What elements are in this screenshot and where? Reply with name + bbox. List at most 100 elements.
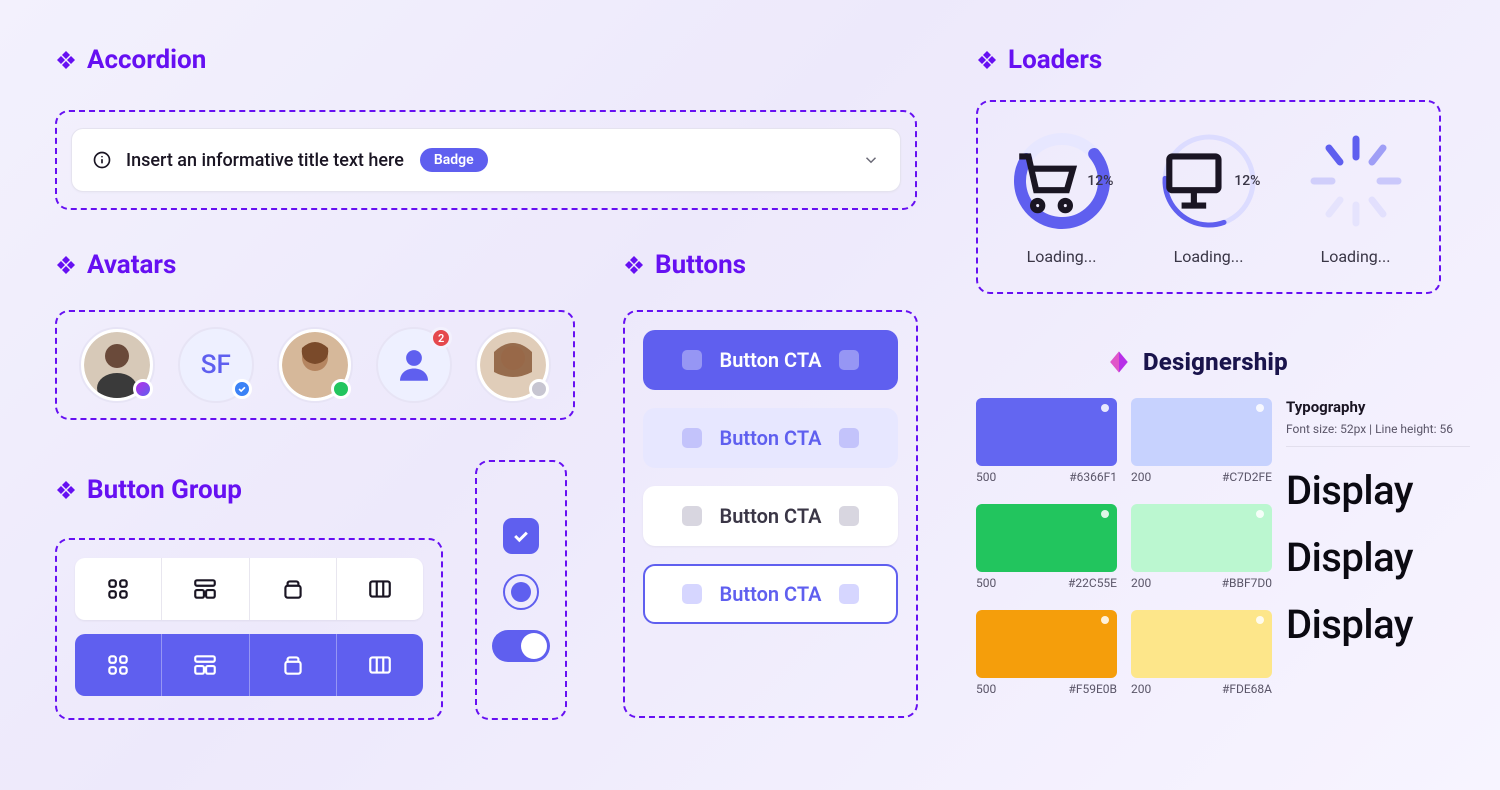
segment-group-light (75, 558, 423, 620)
buttons-container: Button CTA Button CTA Button CTA Button … (623, 310, 918, 718)
loader-center: 12% (1157, 129, 1261, 233)
diamond-icon (623, 254, 645, 276)
segment-group-filled (75, 634, 423, 696)
button-outline[interactable]: Button CTA (643, 564, 898, 624)
avatar-initials-text: SF (201, 350, 231, 380)
placeholder-icon (839, 350, 859, 370)
placeholder-icon (682, 584, 702, 604)
status-online-icon (331, 379, 351, 399)
typography-title: Typography (1286, 398, 1470, 416)
avatars-container: SF 2 (55, 310, 575, 420)
placeholder-icon (839, 506, 859, 526)
notification-badge: 2 (430, 327, 452, 349)
swatch-hex: #BBF7D0 (1222, 576, 1272, 590)
section-heading-avatars: Avatars (55, 250, 176, 280)
swatch-amber-200: 200 #FDE68A (1131, 610, 1272, 696)
loader-center: 12% (1010, 129, 1114, 233)
typography-sample: Display (1286, 534, 1470, 581)
swatch-hex: #C7D2FE (1222, 470, 1272, 484)
placeholder-icon (839, 584, 859, 604)
button-label: Button CTA (720, 348, 822, 372)
verified-badge-icon (232, 379, 252, 399)
checkbox-checked[interactable] (503, 518, 539, 554)
placeholder-icon (682, 350, 702, 370)
segment-item[interactable] (250, 558, 337, 620)
button-filled[interactable]: Button CTA (643, 330, 898, 390)
radio-inner-dot (511, 582, 531, 602)
diamond-icon (55, 254, 77, 276)
button-white[interactable]: Button CTA (643, 486, 898, 546)
swatch-green-500: 500#22C55E (976, 504, 1117, 590)
typography-sample: Display (1286, 467, 1470, 514)
layout-icon (192, 652, 218, 678)
radio-selected[interactable] (503, 574, 539, 610)
button-label: Button CTA (720, 426, 822, 450)
swatch-shade: 500 (976, 470, 996, 484)
grid-icon (105, 576, 131, 602)
typography-meta: Font size: 52px | Line height: 56 (1286, 422, 1470, 447)
stack-icon (280, 576, 306, 602)
presentation-icon (1157, 129, 1231, 233)
layout-icon (192, 576, 218, 602)
spinner-icon (1304, 129, 1408, 233)
section-heading-label: Buttons (655, 250, 746, 280)
swatch-green-200: 200 #BBF7D0 (1131, 504, 1272, 590)
swatch-hex: #6366F1 (1069, 470, 1117, 484)
user-icon (393, 344, 435, 386)
segment-item[interactable] (162, 558, 249, 620)
button-label: Button CTA (720, 504, 822, 528)
loader-label: Loading... (1321, 247, 1391, 266)
accordion-item[interactable]: Insert an informative title text here Ba… (71, 128, 901, 192)
loaders-container: 12% Loading... 12% Loading... (976, 100, 1441, 294)
swatch-hex: #F59E0B (1068, 682, 1117, 696)
avatar[interactable] (79, 327, 155, 403)
toggle-on[interactable] (492, 630, 550, 662)
loader-spinner: Loading... (1304, 129, 1408, 266)
swatch-shade: 500 (976, 576, 996, 590)
segment-item[interactable] (250, 634, 337, 696)
section-heading-button-group: Button Group (55, 475, 242, 505)
diamond-icon (55, 49, 77, 71)
accordion-container: Insert an informative title text here Ba… (55, 110, 917, 210)
info-icon (92, 150, 112, 170)
avatar[interactable] (277, 327, 353, 403)
diamond-icon (976, 49, 998, 71)
button-label: Button CTA (720, 582, 822, 606)
segment-item[interactable] (162, 634, 249, 696)
swatch-shade: 200 (1131, 576, 1151, 590)
accordion-badge: Badge (420, 148, 488, 172)
brand-logo: Designership (1105, 348, 1288, 376)
section-heading-label: Avatars (87, 250, 176, 280)
section-heading-label: Accordion (87, 45, 206, 75)
placeholder-icon (682, 506, 702, 526)
segment-item[interactable] (75, 558, 162, 620)
loader-percent: 12% (1234, 173, 1260, 189)
section-heading-loaders: Loaders (976, 45, 1102, 75)
swatch-shade: 200 (1131, 470, 1151, 484)
avatar[interactable] (475, 327, 551, 403)
button-group-container (55, 538, 443, 720)
accordion-title: Insert an informative title text here (126, 150, 404, 171)
segment-item[interactable] (75, 634, 162, 696)
avatar-placeholder[interactable]: 2 (376, 327, 452, 403)
chevron-down-icon (862, 151, 880, 169)
swatch-primary-200: 200 #C7D2FE (1131, 398, 1272, 484)
avatar-initials[interactable]: SF (178, 327, 254, 403)
section-heading-label: Button Group (87, 475, 242, 505)
diamond-icon (55, 479, 77, 501)
typography-panel: Typography Font size: 52px | Line height… (1286, 398, 1470, 648)
swatch-shade: 500 (976, 682, 996, 696)
loader-progress-bold: 12% Loading... (1010, 129, 1114, 266)
controls-container (475, 460, 567, 720)
segment-item[interactable] (337, 634, 423, 696)
swatch-shade: 200 (1131, 682, 1151, 696)
swatch-hex: #FDE68A (1222, 682, 1272, 696)
section-heading-buttons: Buttons (623, 250, 746, 280)
brand-badge-icon (133, 379, 153, 399)
segment-item[interactable] (337, 558, 423, 620)
status-offline-icon (529, 379, 549, 399)
button-soft[interactable]: Button CTA (643, 408, 898, 468)
section-heading-accordion: Accordion (55, 45, 206, 75)
placeholder-icon (839, 428, 859, 448)
loader-label: Loading... (1027, 247, 1097, 266)
